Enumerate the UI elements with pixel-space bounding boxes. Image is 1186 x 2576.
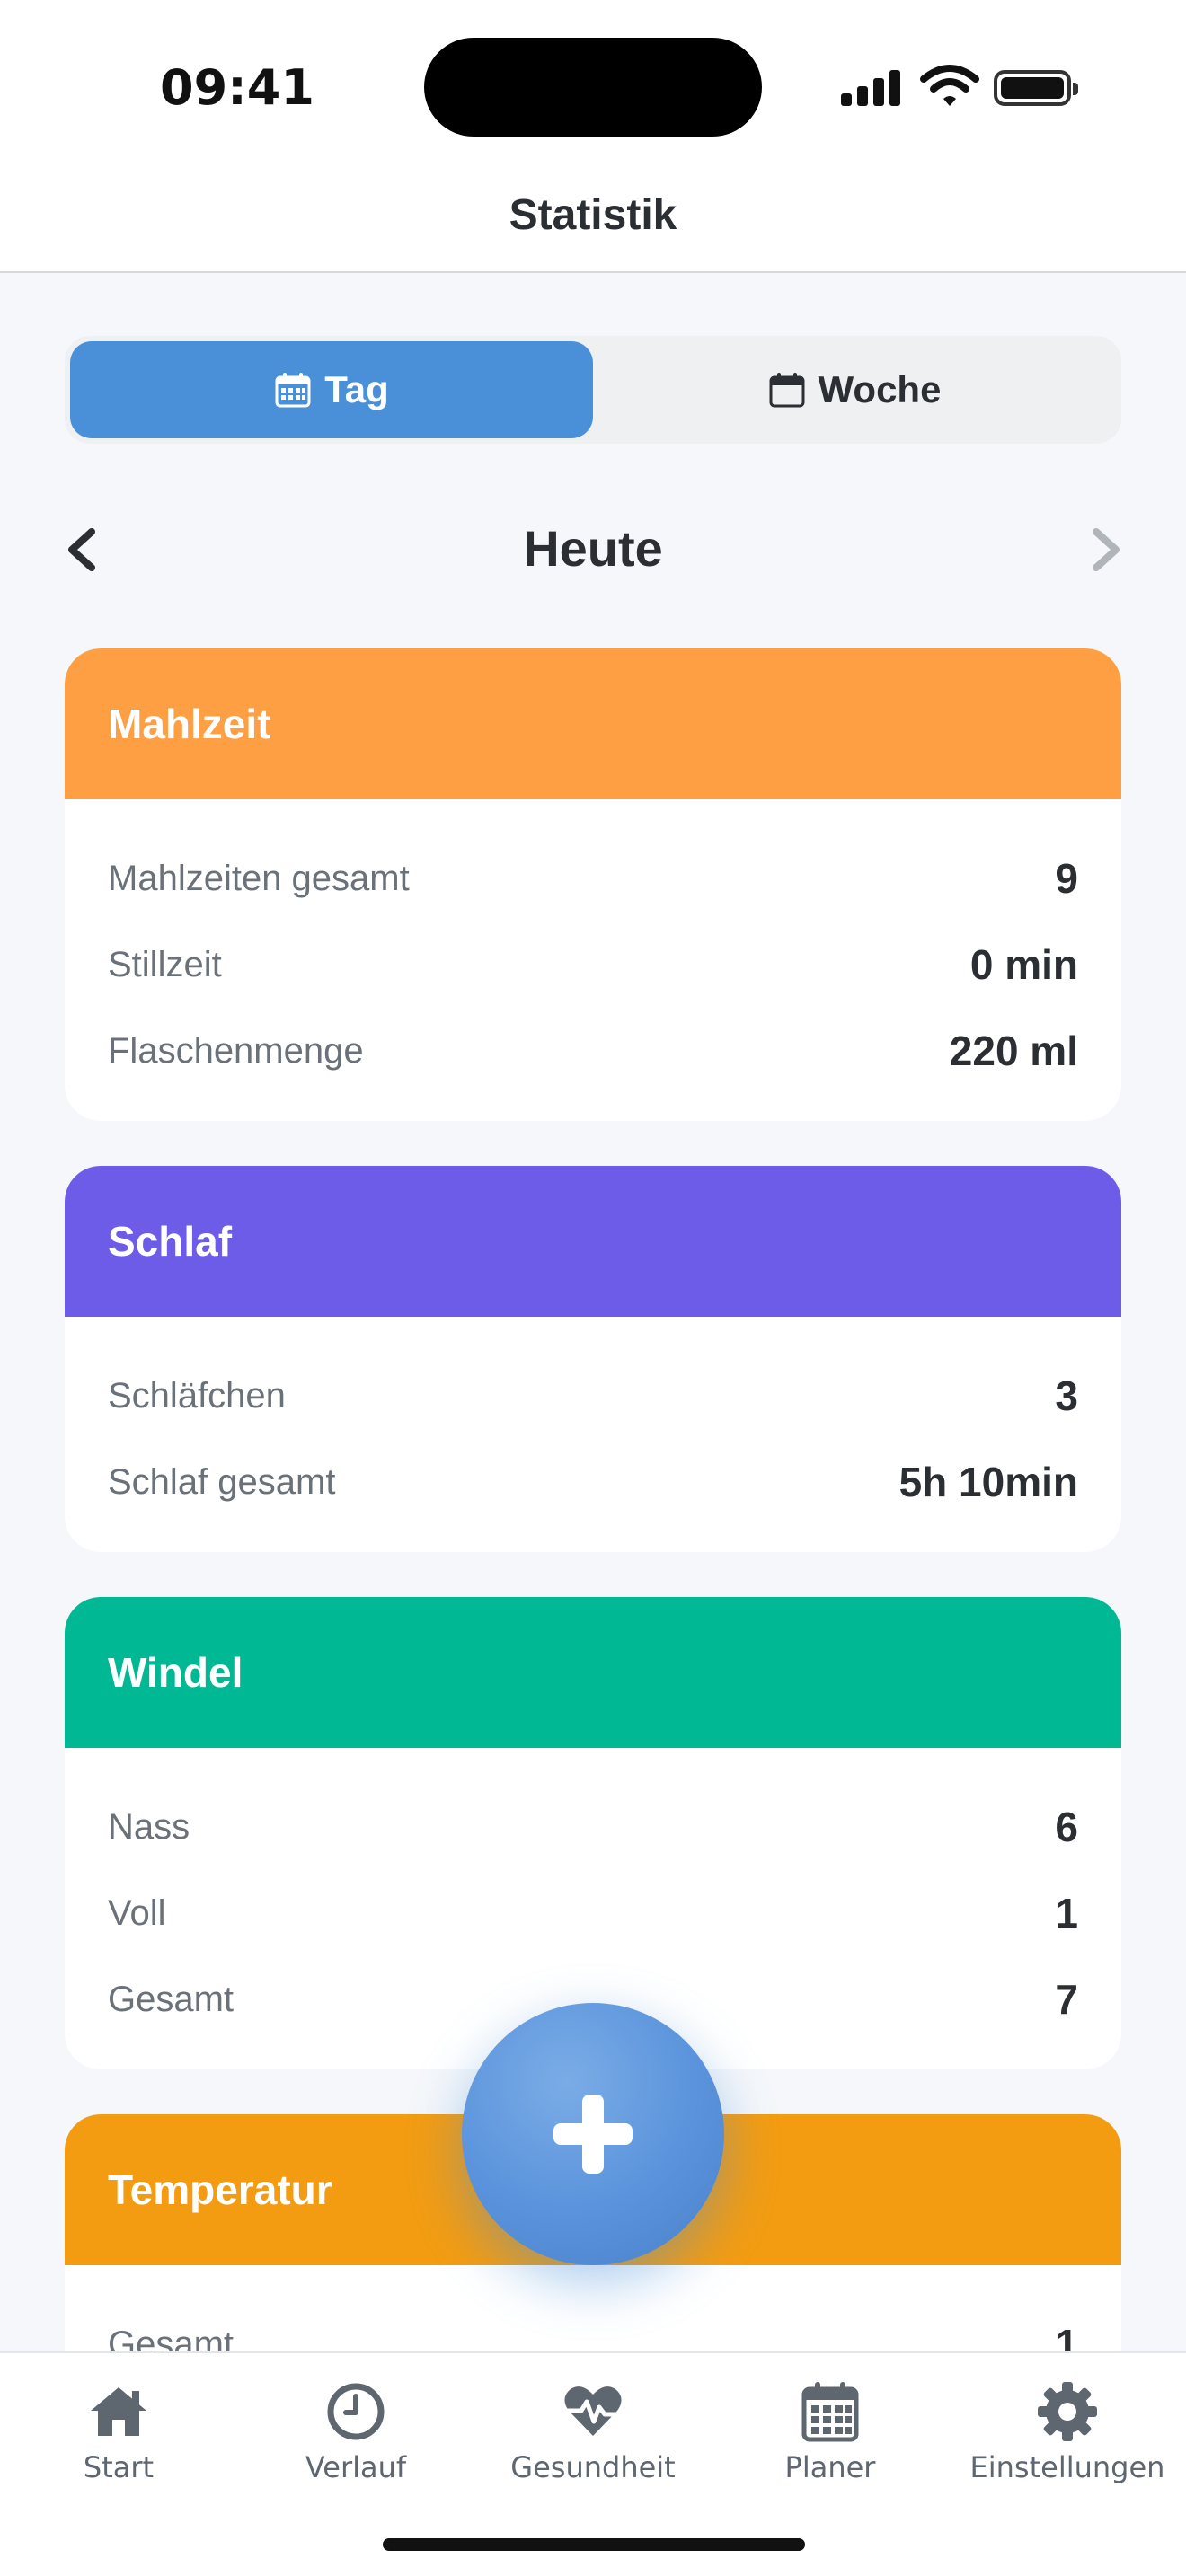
signal-icon (841, 70, 902, 106)
stat-row: Flaschenmenge 220 ml (108, 1008, 1078, 1094)
stat-label: Stillzeit (108, 944, 222, 984)
tab-label: Einstellungen (969, 2450, 1165, 2484)
tab-planner[interactable]: Planer (712, 2380, 949, 2484)
stat-label: Flaschenmenge (108, 1030, 364, 1071)
card-temperature-body: Gesamt 1 (65, 2265, 1121, 2351)
card-title: Mahlzeit (108, 701, 271, 747)
stat-label: Nass (108, 1806, 190, 1847)
home-indicator (383, 2538, 805, 2551)
card-meal-body: Mahlzeiten gesamt 9 Stillzeit 0 min Flas… (65, 799, 1121, 1121)
calendar-grid-icon (801, 2382, 859, 2442)
stat-label: Schläfchen (108, 1375, 286, 1416)
tab-day[interactable]: Tag (70, 341, 593, 438)
clock-icon (327, 2383, 385, 2440)
card-meal: Mahlzeit Mahlzeiten gesamt 9 Stillzeit 0… (65, 648, 1121, 1121)
tab-label: Planer (784, 2450, 876, 2484)
card-diaper: Windel Nass 6 Voll 1 Gesamt 7 (65, 1597, 1121, 2069)
status-bar: 09:41 (0, 0, 1186, 171)
navigation-header: Statistik (0, 171, 1186, 273)
tab-history[interactable]: Verlauf (237, 2380, 474, 2484)
stat-value: 9 (1055, 855, 1078, 902)
tab-label: Verlauf (305, 2450, 407, 2484)
date-navigation: Heute (0, 503, 1186, 593)
tab-week-label: Woche (818, 368, 942, 410)
card-title: Temperatur (108, 2166, 332, 2213)
status-icons (841, 63, 1084, 108)
stat-row: Stillzeit 0 min (108, 922, 1078, 1008)
plus-icon (553, 2095, 633, 2174)
tab-start[interactable]: Start (0, 2380, 237, 2484)
period-segmented-control: Tag Woche (65, 336, 1121, 444)
calendar-grid-icon (275, 373, 311, 408)
card-sleep: Schlaf Schläfchen 3 Schlaf gesamt 5h 10m… (65, 1166, 1121, 1552)
stat-value: 5h 10min (898, 1459, 1078, 1505)
card-title: Windel (108, 1649, 243, 1696)
dynamic-island (424, 38, 762, 137)
card-diaper-header: Windel (65, 1597, 1121, 1748)
stat-label: Gesamt (108, 2324, 235, 2352)
stat-row: Mahlzeiten gesamt 9 (108, 835, 1078, 922)
stat-label: Voll (108, 1892, 166, 1933)
stat-row: Schlaf gesamt 5h 10min (108, 1439, 1078, 1525)
page-title: Statistik (509, 191, 677, 239)
stat-row: Nass 6 (108, 1784, 1078, 1870)
date-label: Heute (523, 520, 663, 577)
tab-label: Start (83, 2450, 155, 2484)
chevron-right-icon[interactable] (1082, 525, 1127, 575)
card-sleep-header: Schlaf (65, 1166, 1121, 1317)
stat-label: Schlaf gesamt (108, 1461, 336, 1502)
stat-row: Schläfchen 3 (108, 1353, 1078, 1439)
heartbeat-icon (562, 2386, 624, 2436)
stat-row: Voll 1 (108, 1870, 1078, 1956)
tab-week[interactable]: Woche (593, 341, 1116, 438)
calendar-icon (769, 373, 805, 408)
tab-label: Gesundheit (510, 2450, 676, 2484)
stat-row: Gesamt 1 (108, 2301, 1078, 2351)
add-entry-button[interactable] (462, 2003, 724, 2265)
tab-settings[interactable]: Einstellungen (949, 2380, 1186, 2484)
wifi-icon (920, 65, 979, 106)
stat-value: 7 (1055, 1976, 1078, 2023)
tab-health[interactable]: Gesundheit (474, 2380, 712, 2484)
stat-label: Mahlzeiten gesamt (108, 858, 410, 898)
stat-value: 1 (1055, 2321, 1078, 2351)
stat-value: 1 (1055, 1890, 1078, 1936)
home-icon (91, 2387, 146, 2436)
stat-value: 6 (1055, 1804, 1078, 1850)
stat-value: 0 min (969, 941, 1078, 988)
stat-value: 220 ml (949, 1028, 1078, 1074)
gear-icon (1038, 2382, 1097, 2441)
stat-label: Gesamt (108, 1979, 235, 2019)
card-title: Schlaf (108, 1218, 233, 1265)
tab-day-label: Tag (324, 368, 389, 410)
stat-value: 3 (1055, 1372, 1078, 1419)
status-time: 09:41 (160, 59, 314, 116)
battery-icon (994, 70, 1078, 106)
card-meal-header: Mahlzeit (65, 648, 1121, 799)
card-sleep-body: Schläfchen 3 Schlaf gesamt 5h 10min (65, 1317, 1121, 1552)
